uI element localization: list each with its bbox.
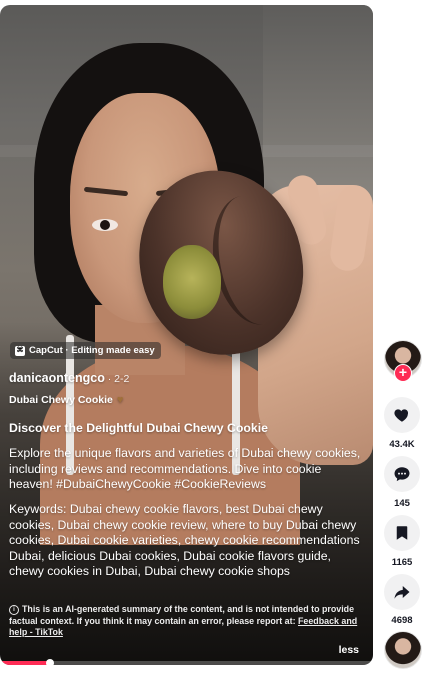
save-button[interactable] — [384, 515, 420, 551]
like-button[interactable] — [384, 397, 420, 433]
less-button[interactable]: less — [339, 644, 359, 656]
heart-icon — [394, 409, 409, 422]
sound-avatar[interactable] — [384, 631, 422, 669]
progress-fill — [0, 661, 51, 665]
video-cookie-filling — [163, 245, 221, 319]
progress-handle[interactable] — [46, 659, 55, 665]
share-button[interactable] — [384, 574, 420, 610]
heart-emoji-icon: ♥ — [116, 394, 124, 406]
info-icon: i — [9, 604, 19, 615]
video-description: Explore the unique flavors and varieties… — [9, 446, 361, 491]
video-headline: Discover the Delightful Dubai Chewy Cook… — [9, 421, 268, 435]
sound-row[interactable]: Dubai Chewy Cookie ♥ — [9, 394, 361, 406]
comment-button[interactable] — [384, 456, 420, 492]
capcut-badge[interactable]: ⌘ CapCut · Editing made easy — [10, 342, 161, 359]
share-icon — [394, 586, 410, 599]
save-count: 1165 — [391, 557, 413, 568]
progress-bar[interactable] — [0, 659, 373, 665]
capcut-label: CapCut · Editing made easy — [29, 345, 155, 356]
video-player[interactable]: ⌘ CapCut · Editing made easy danicaonten… — [0, 5, 373, 665]
like-count: 43.4K — [389, 439, 415, 450]
post-date: · 2-2 — [104, 373, 130, 385]
share-count: 4698 — [391, 615, 413, 626]
author-row: danicaontengco · 2-2 — [9, 371, 361, 385]
left-eye — [92, 219, 118, 231]
ai-notice: i This is an AI-generated summary of the … — [9, 604, 361, 639]
plus-icon[interactable]: + — [394, 364, 412, 382]
sound-label[interactable]: Dubai Chewy Cookie — [9, 394, 113, 406]
author-name[interactable]: danicaontengco — [9, 371, 105, 385]
left-brow — [83, 186, 129, 197]
comment-count: 145 — [394, 498, 410, 509]
capcut-icon: ⌘ — [15, 345, 25, 356]
comment-icon — [394, 467, 410, 482]
bookmark-icon — [396, 526, 408, 540]
video-keywords: Keywords: Dubai chewy cookie flavors, be… — [9, 502, 360, 578]
